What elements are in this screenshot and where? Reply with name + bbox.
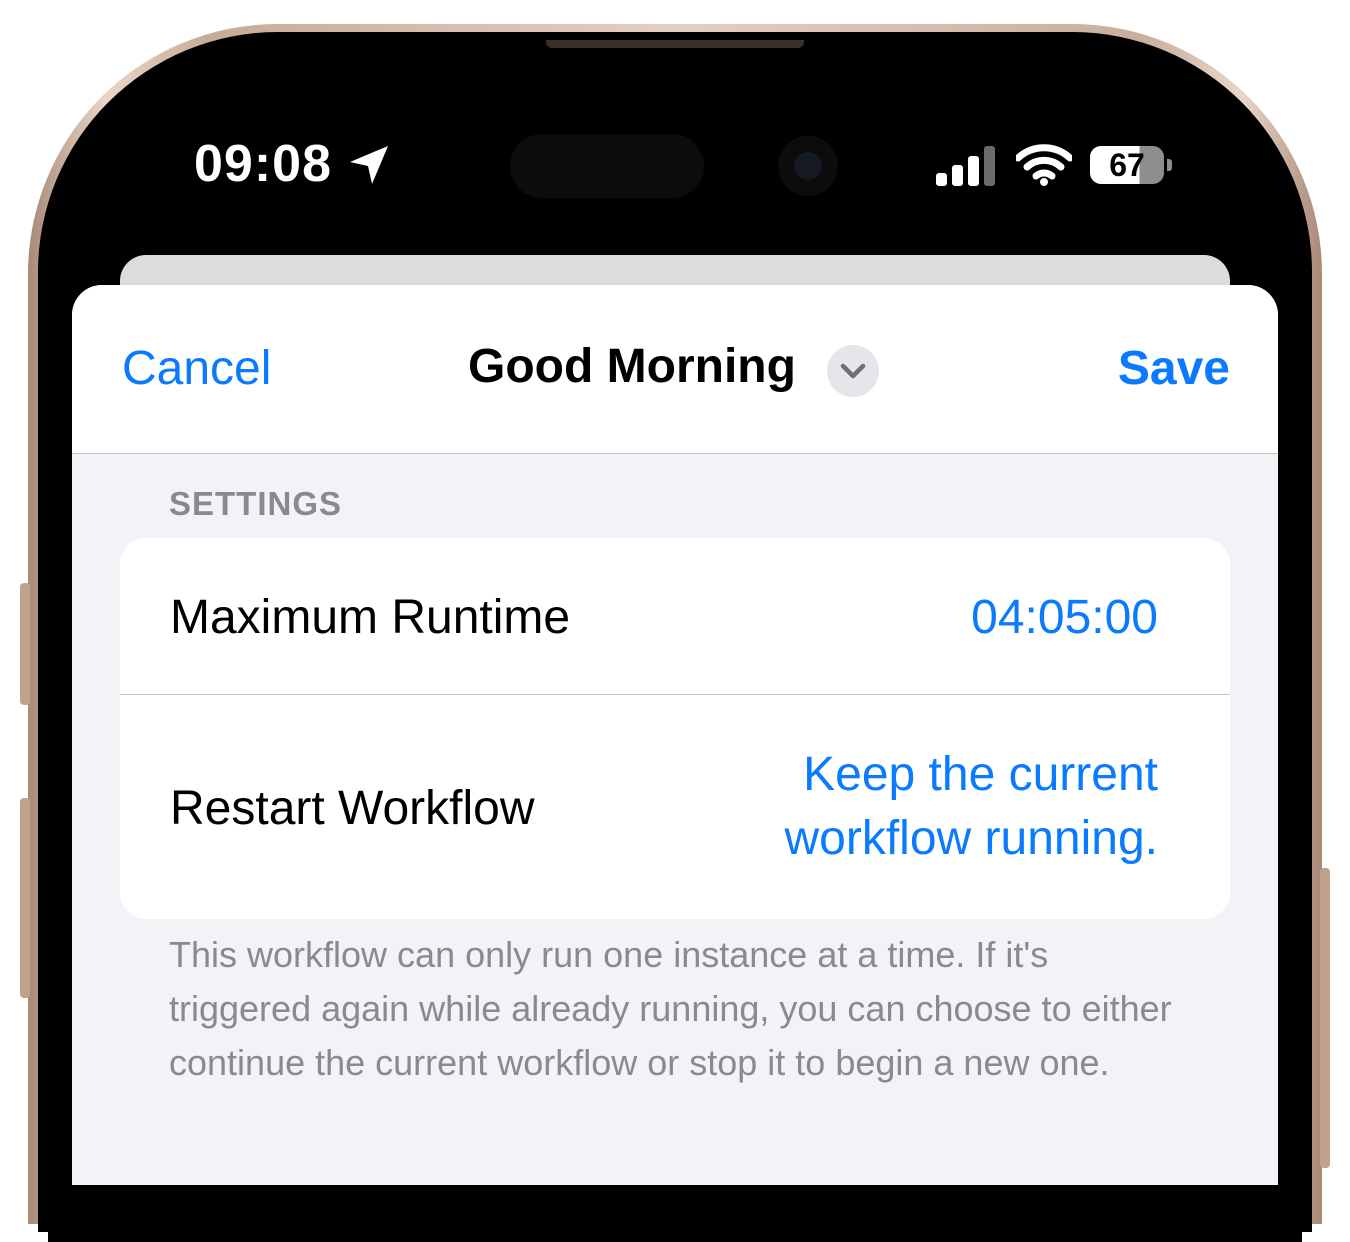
workflow-title[interactable]: Good Morning bbox=[468, 339, 796, 394]
settings-footer-description: This workflow can only run one instance … bbox=[169, 934, 1172, 1083]
settings-card: Maximum Runtime 04:05:00 Restart Workflo… bbox=[120, 538, 1230, 919]
power-button bbox=[1320, 868, 1330, 1168]
cancel-button[interactable]: Cancel bbox=[122, 341, 271, 396]
cellular-signal-icon bbox=[936, 146, 995, 186]
dynamic-island bbox=[510, 134, 704, 198]
workflow-settings-sheet: Cancel Good Morning Save SETTINGS Maximu… bbox=[72, 285, 1278, 1185]
speaker-grille bbox=[546, 40, 804, 48]
restart-workflow-label: Restart Workflow bbox=[170, 782, 535, 835]
section-header-settings: SETTINGS bbox=[169, 485, 343, 522]
maximum-runtime-label: Maximum Runtime bbox=[170, 591, 571, 644]
battery-level: 67 bbox=[1109, 147, 1145, 183]
chevron-down-icon bbox=[840, 363, 866, 379]
restart-workflow-value[interactable]: Keep the current workflow running. bbox=[698, 743, 1159, 871]
wifi-icon bbox=[1016, 144, 1072, 186]
title-menu-button[interactable] bbox=[827, 345, 879, 397]
camera-lens bbox=[794, 152, 822, 180]
save-button[interactable]: Save bbox=[1118, 341, 1230, 396]
volume-up-button bbox=[20, 798, 30, 998]
restart-workflow-row[interactable]: Restart Workflow Keep the current workfl… bbox=[120, 695, 1230, 919]
action-button bbox=[20, 583, 30, 705]
maximum-runtime-value[interactable]: 04:05:00 bbox=[971, 590, 1158, 645]
battery-icon: 67 bbox=[1090, 146, 1172, 184]
status-time: 09:08 bbox=[194, 135, 332, 193]
maximum-runtime-row[interactable]: Maximum Runtime 04:05:00 bbox=[120, 538, 1230, 694]
location-arrow-icon bbox=[350, 146, 388, 184]
battery-tip bbox=[1167, 159, 1172, 171]
navigation-bar: Cancel Good Morning Save bbox=[72, 285, 1278, 454]
